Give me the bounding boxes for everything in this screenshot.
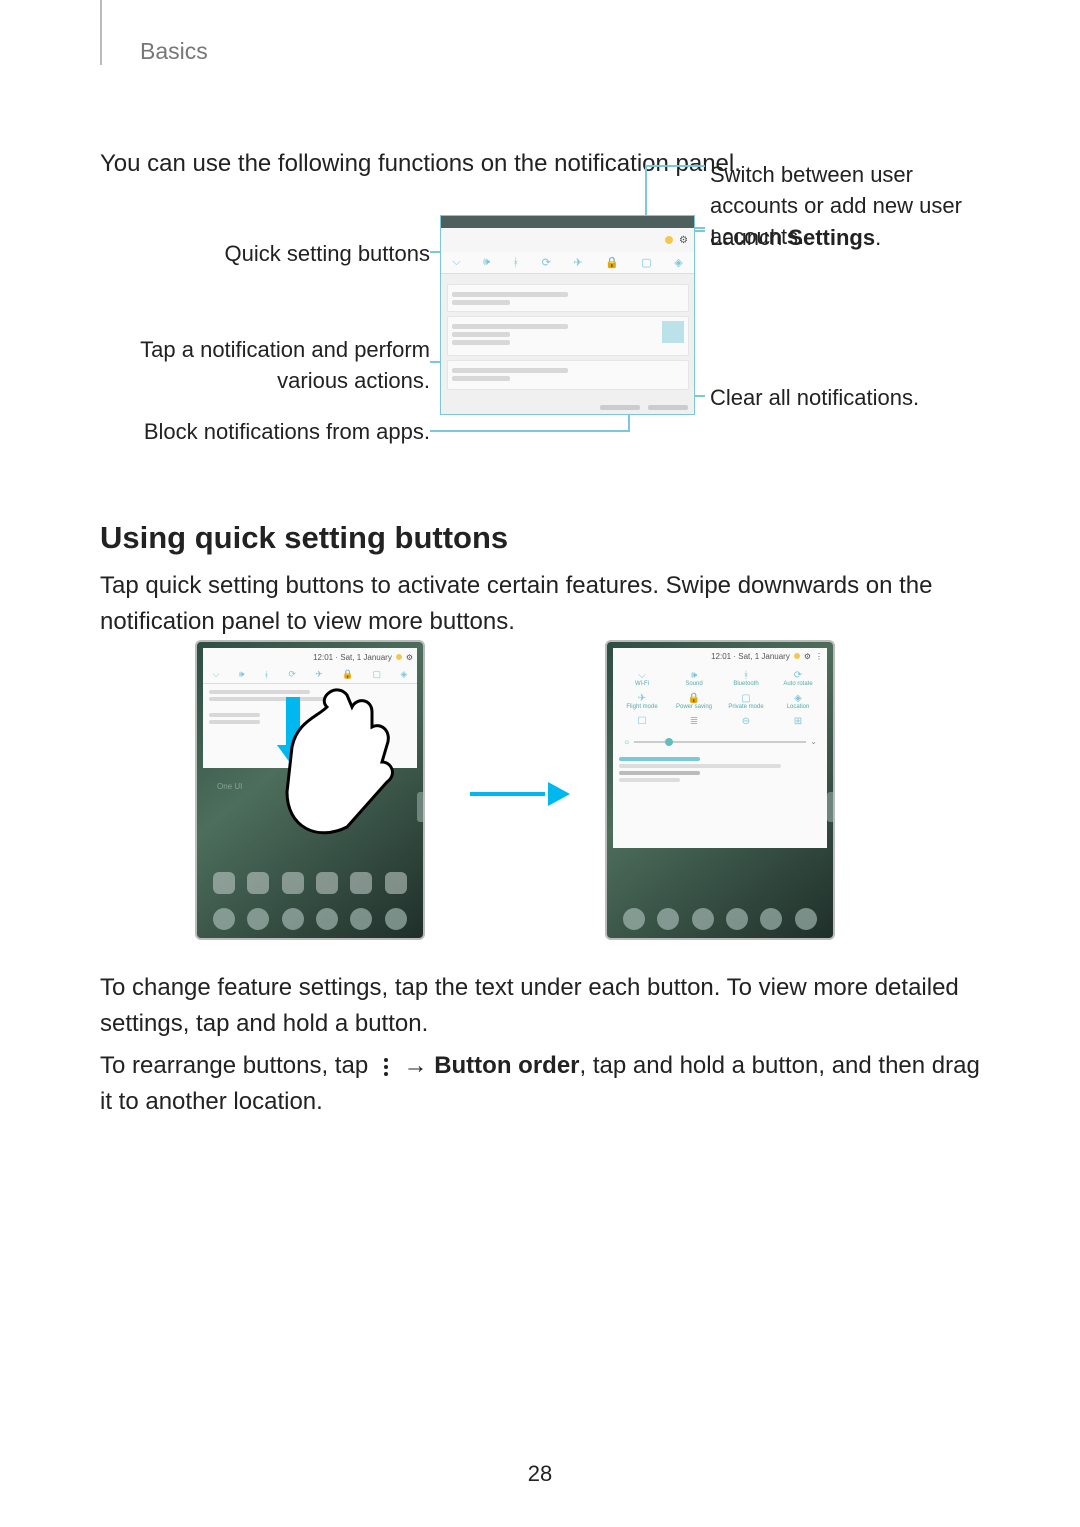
sound-icon: 🕪 <box>483 256 490 269</box>
callout-launch-suffix: . <box>875 225 881 250</box>
notification-item <box>447 360 689 390</box>
tablet-after: 12:01 · Sat, 1 January⚙⋮ ⌵Wi-Fi 🕪Sound ᚼ… <box>605 640 835 940</box>
clear-bar <box>600 405 688 410</box>
user-account-icon <box>396 654 402 660</box>
app-shelf <box>197 872 423 894</box>
flight-icon: ✈ <box>573 256 582 269</box>
rotate-icon: ⟳ <box>542 256 551 269</box>
widget-placeholder: One UI <box>217 782 242 791</box>
reorder-prefix: To rearrange buttons, tap <box>100 1052 375 1079</box>
notification-panel-diagram: Quick setting buttons Tap a notification… <box>100 205 980 485</box>
user-account-icon <box>794 653 800 659</box>
location-icon: ◈ <box>674 256 682 269</box>
leader-line <box>430 430 630 432</box>
notification-item <box>447 316 689 356</box>
gear-icon: ⚙ <box>679 235 688 246</box>
paragraph-reorder: To rearrange buttons, tap → Button order… <box>100 1048 980 1120</box>
more-icon: ⋮ <box>815 652 823 661</box>
callout-launch-settings: Launch Settings. <box>710 223 990 254</box>
callout-block-apps: Block notifications from apps. <box>100 417 430 448</box>
reorder-bold: Button order <box>434 1052 579 1079</box>
hand-gesture-icon <box>257 667 425 867</box>
breadcrumb: Basics <box>140 38 208 65</box>
sound-icon: 🕪 <box>239 669 245 680</box>
quick-settings-grid: ⌵Wi-Fi 🕪Sound ᚼBluetooth ⟳Auto rotate ✈F… <box>613 664 827 733</box>
paragraph-swipe: Tap quick setting buttons to activate ce… <box>100 568 980 640</box>
callout-launch-prefix: Launch <box>710 225 788 250</box>
callout-tap-notification: Tap a notification and perform various a… <box>100 335 430 397</box>
edge-handle <box>827 792 835 822</box>
user-account-icon <box>665 236 673 244</box>
private-icon: ▢ <box>641 256 651 269</box>
quick-settings-row: ⌵ 🕪 ᚼ ⟳ ✈ 🔒 ▢ ◈ <box>441 252 694 274</box>
notification-thumbnail <box>662 321 684 343</box>
paragraph-change-settings: To change feature settings, tap the text… <box>100 970 980 1042</box>
gear-icon: ⚙ <box>804 652 811 661</box>
header-rule <box>100 0 102 65</box>
panel-expanded: 12:01 · Sat, 1 January⚙⋮ ⌵Wi-Fi 🕪Sound ᚼ… <box>613 648 827 848</box>
lock-icon: 🔒 <box>605 256 619 269</box>
swipe-figure-group: 12:01 · Sat, 1 January⚙ ⌵ 🕪 ᚼ ⟳ ✈ 🔒 ▢ ◈ … <box>100 640 980 960</box>
notification-item <box>447 284 689 312</box>
manual-page: Basics You can use the following functio… <box>0 0 1080 1527</box>
panel-status-bar: ⚙ <box>441 228 694 252</box>
callout-launch-bold: Settings <box>788 225 875 250</box>
reorder-arrow: → <box>397 1052 434 1079</box>
brightness-slider: ☼ ⌄ <box>613 733 827 750</box>
transition-arrow-icon <box>470 780 570 810</box>
section-heading: Using quick setting buttons <box>100 520 508 556</box>
more-options-icon <box>379 1056 393 1078</box>
callout-clear-all: Clear all notifications. <box>710 383 990 414</box>
bluetooth-icon: ᚼ <box>513 257 520 269</box>
app-dock <box>607 908 833 930</box>
leader-line <box>645 165 705 167</box>
panel-screenshot: ⚙ ⌵ 🕪 ᚼ ⟳ ✈ 🔒 ▢ ◈ <box>440 215 695 415</box>
callout-quick-settings: Quick setting buttons <box>170 239 430 270</box>
gear-icon: ⚙ <box>406 653 413 662</box>
notification-list <box>613 750 827 789</box>
app-dock <box>197 908 423 930</box>
tablet-before: 12:01 · Sat, 1 January⚙ ⌵ 🕪 ᚼ ⟳ ✈ 🔒 ▢ ◈ … <box>195 640 425 940</box>
leader-line <box>628 413 630 430</box>
page-number: 28 <box>0 1461 1080 1487</box>
wifi-icon: ⌵ <box>452 256 460 269</box>
wifi-icon: ⌵ <box>213 669 220 680</box>
